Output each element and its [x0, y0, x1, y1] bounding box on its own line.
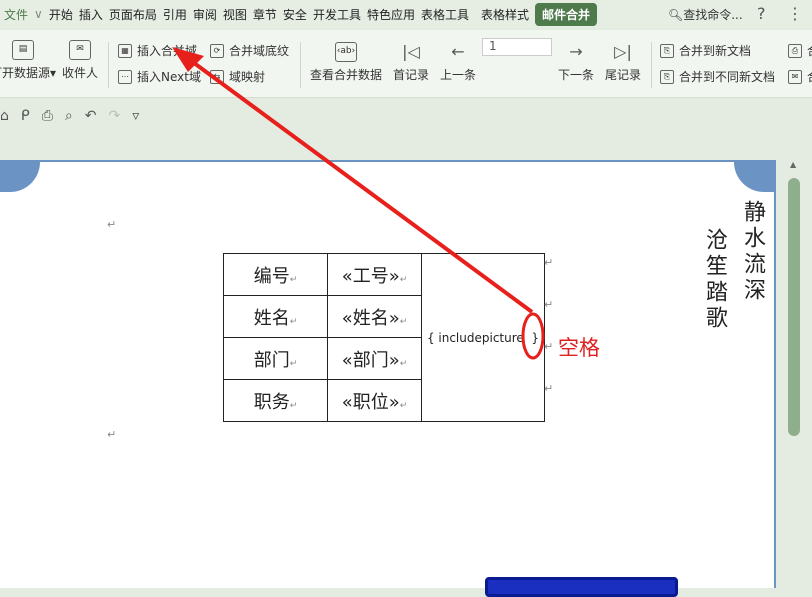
- scrollbar-thumb[interactable]: [788, 178, 800, 436]
- red-arrow: [190, 60, 532, 312]
- highlight-ellipse: [523, 314, 543, 358]
- scroll-up-icon[interactable]: ▲: [790, 160, 796, 169]
- blue-box: [485, 577, 678, 597]
- annotation-label: 空格: [558, 332, 600, 362]
- annotation-overlay: [0, 0, 812, 588]
